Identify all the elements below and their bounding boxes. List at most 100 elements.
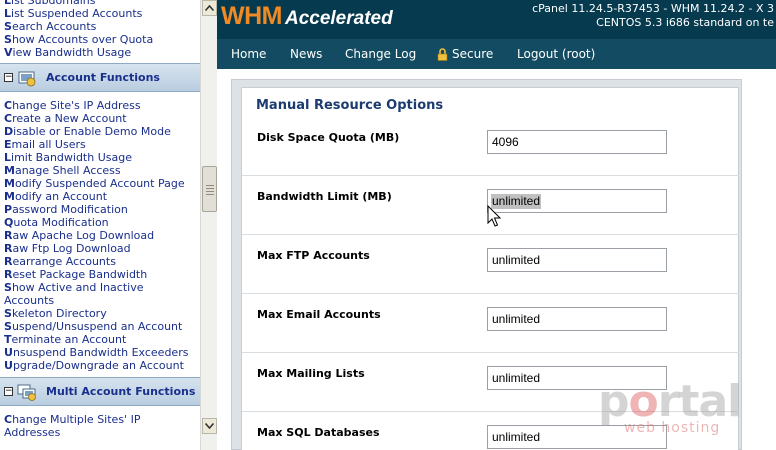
sidebar-link[interactable]: Manage Shell Access xyxy=(0,164,200,177)
mouse-cursor-icon xyxy=(487,205,501,227)
sidebar-link[interactable]: Addresses xyxy=(0,426,200,439)
sidebar-link[interactable]: Search Accounts xyxy=(0,20,200,33)
account-functions-header[interactable]: − Account Functions xyxy=(0,63,200,92)
sidebar-link[interactable]: List Suspended Accounts xyxy=(0,7,200,20)
server-info: cPanel 11.24.5-R37453 - WHM 11.24.2 - X … xyxy=(484,2,774,30)
sidebar-link[interactable]: Password Modification xyxy=(0,203,200,216)
sidebar-link-text: pgrade/Downgrade an Account xyxy=(12,359,184,372)
nav-news[interactable]: News xyxy=(290,39,322,69)
sidebar-link-text: hange Site's IP Address xyxy=(12,99,141,112)
max-sql-label: Max SQL Databases xyxy=(257,426,380,439)
sidebar-link-accesskey: P xyxy=(4,203,13,216)
sidebar-link-accesskey: Q xyxy=(4,216,14,229)
sidebar-link-text: uspend/Unsuspend an Account xyxy=(11,320,183,333)
bandwidth-limit-label: Bandwidth Limit (MB) xyxy=(257,190,392,203)
sidebar-link[interactable]: Modify an Account xyxy=(0,190,200,203)
sidebar-link-accesskey: U xyxy=(4,359,13,372)
sidebar-link[interactable]: Change Multiple Sites' IP xyxy=(0,413,200,426)
disk-quota-label: Disk Space Quota (MB) xyxy=(257,131,400,144)
sidebar-link[interactable]: Limit Bandwidth Usage xyxy=(0,151,200,164)
sidebar-link[interactable]: Terminate an Account xyxy=(0,333,200,346)
sidebar-link[interactable]: Raw Ftp Log Download xyxy=(0,242,200,255)
sidebar-link[interactable]: List Subdomains xyxy=(0,0,200,7)
sidebar-link[interactable]: Show Accounts over Quota xyxy=(0,33,200,46)
sidebar-link[interactable]: Disable or Enable Demo Mode xyxy=(0,125,200,138)
account-functions-links: Change Site's IP Address Create a New Acc… xyxy=(0,99,200,372)
sidebar-link-text: isable or Enable Demo Mode xyxy=(13,125,171,138)
collapse-icon[interactable]: − xyxy=(4,387,13,396)
sidebar-link[interactable]: View Bandwidth Usage xyxy=(0,46,200,59)
sidebar-link-accesskey: C xyxy=(4,112,13,125)
sidebar-link[interactable]: Modify Suspended Account Page xyxy=(0,177,200,190)
scroll-thumb[interactable] xyxy=(202,166,217,212)
sidebar-link-text: how Active and Inactive xyxy=(11,281,144,294)
sidebar-link[interactable]: Create a New Account xyxy=(0,112,200,125)
sidebar-link[interactable]: Quota Modification xyxy=(0,216,200,229)
sidebar-link-accesskey: L xyxy=(4,0,12,7)
sidebar-link-accesskey: L xyxy=(4,7,12,20)
collapse-icon[interactable]: − xyxy=(4,73,13,82)
sidebar-link-text: anage Shell Access xyxy=(14,164,121,177)
scroll-down-button[interactable] xyxy=(202,418,217,434)
sidebar-link-text: odify an Account xyxy=(14,190,108,203)
sidebar-link-accesskey: L xyxy=(4,151,12,164)
account-functions-icon xyxy=(18,71,36,87)
manual-resource-form: Manual Resource Options Disk Space Quota… xyxy=(241,87,739,450)
sidebar-link-accesskey: T xyxy=(4,333,12,346)
nav-change-log[interactable]: Change Log xyxy=(345,39,416,69)
sidebar-link-text: reate a New Account xyxy=(12,112,127,125)
sidebar-link-text: aw Apache Log Download xyxy=(12,229,155,242)
sidebar-link-accesskey: V xyxy=(4,46,13,59)
sidebar-link[interactable]: Skeleton Directory xyxy=(0,307,200,320)
account-functions-title: Account Functions xyxy=(46,71,160,84)
sidebar-link[interactable]: Email all Users xyxy=(0,138,200,151)
sidebar-link-accesskey: S xyxy=(4,33,12,46)
multi-account-functions-icon xyxy=(17,384,36,401)
sidebar-link[interactable]: Rearrange Accounts xyxy=(0,255,200,268)
sidebar: List Subdomains List Suspended Accounts Se… xyxy=(0,0,200,450)
sidebar-link-accesskey: S xyxy=(4,20,12,33)
max-ftp-label: Max FTP Accounts xyxy=(257,249,370,262)
sidebar-link-text: mail all Users xyxy=(11,138,86,151)
top-navigation: Home News Change Log Secure Logout (root… xyxy=(217,39,776,69)
sidebar-link-text: Addresses xyxy=(4,426,61,439)
max-mailing-input[interactable]: unlimited xyxy=(487,366,667,390)
sidebar-link[interactable]: Change Site's IP Address xyxy=(0,99,200,112)
sidebar-top-links: List Subdomains List Suspended Accounts Se… xyxy=(0,0,200,59)
sidebar-link[interactable]: Show Active and Inactive xyxy=(0,281,200,294)
sidebar-link-text: keleton Directory xyxy=(11,307,107,320)
chevron-down-icon xyxy=(205,423,214,429)
sidebar-link[interactable]: Reset Package Bandwidth xyxy=(0,268,200,281)
nav-home[interactable]: Home xyxy=(231,39,266,69)
sidebar-link-accesskey: M xyxy=(4,177,15,190)
max-email-label: Max Email Accounts xyxy=(257,308,381,321)
sidebar-link[interactable]: Upgrade/Downgrade an Account xyxy=(0,359,200,372)
bandwidth-limit-input[interactable] xyxy=(487,189,667,213)
scroll-up-button[interactable] xyxy=(202,0,217,16)
sidebar-link-text: erminate an Account xyxy=(11,333,127,346)
max-email-input[interactable]: unlimited xyxy=(487,307,667,331)
server-os: CENTOS 5.3 i686 standard on te xyxy=(596,16,774,29)
sidebar-link[interactable]: Unsuspend Bandwidth Exceeders xyxy=(0,346,200,359)
sidebar-link-text: how Accounts over Quota xyxy=(11,33,154,46)
nav-secure[interactable]: Secure xyxy=(452,39,493,69)
sidebar-link[interactable]: Accounts xyxy=(0,294,200,307)
multi-account-functions-header[interactable]: − Multi Account Functions xyxy=(0,377,200,406)
nav-logout[interactable]: Logout (root) xyxy=(517,39,595,69)
server-version: cPanel 11.24.5-R37453 - WHM 11.24.2 - X … xyxy=(532,2,774,15)
disk-quota-input[interactable]: 4096 xyxy=(487,130,667,154)
sidebar-scrollbar[interactable] xyxy=(200,0,217,450)
max-ftp-input[interactable]: unlimited xyxy=(487,248,667,272)
form-title: Manual Resource Options xyxy=(256,98,444,113)
sidebar-link-text: odify Suspended Account Page xyxy=(14,177,185,190)
whm-logo: WHM Accelerated xyxy=(221,2,393,36)
lock-icon xyxy=(437,48,448,61)
sidebar-link-text: assword Modification xyxy=(12,203,128,216)
sidebar-link-text: hange Multiple Sites' IP xyxy=(12,413,141,426)
max-sql-input[interactable]: unlimited xyxy=(487,425,667,449)
sidebar-link-accesskey: S xyxy=(4,281,12,294)
sidebar-link[interactable]: Suspend/Unsuspend an Account xyxy=(0,320,200,333)
sidebar-link-text: Accounts xyxy=(4,294,55,307)
sidebar-link[interactable]: Raw Apache Log Download xyxy=(0,229,200,242)
sidebar-link-text: iew Bandwidth Usage xyxy=(12,46,132,59)
